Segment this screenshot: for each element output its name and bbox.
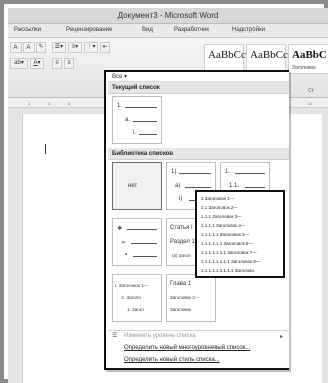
preview-row: 1.1 Заголовок 2— xyxy=(201,205,238,210)
level-2-number: 1.1. xyxy=(229,183,240,189)
level-1-text: I. Заголовок 1— xyxy=(115,283,149,288)
style-label: Заголовок xyxy=(292,65,316,71)
level-1-number: 1. xyxy=(117,103,123,109)
ruler-tick: 5 xyxy=(68,101,71,106)
style-sample: AaBbC xyxy=(292,49,327,61)
level-2-text: А. Заголо xyxy=(121,295,141,300)
grow-font-button[interactable]: Aˆ xyxy=(10,42,22,53)
define-list-style-item[interactable]: Определить новый стиль списка... xyxy=(124,357,220,363)
ruler-tick: 12 xyxy=(308,101,313,106)
list-chapter-thumb[interactable]: Глава 1 Заголовок 2— Заголовок xyxy=(166,274,216,322)
level-1-number: 1) xyxy=(171,169,177,175)
level-3-number: i) xyxy=(179,196,183,202)
level-2-number: a) xyxy=(175,183,181,189)
ribbon-tabs: Рассылки Рецензирование Вид Разработчик … xyxy=(8,24,328,38)
level-3-text: Заголовок xyxy=(170,307,192,312)
clear-format-icon[interactable]: ✎ xyxy=(36,42,46,53)
list-roman-heading-thumb[interactable]: I. Заголовок 1— А. Заголо 1. Загол xyxy=(112,274,162,322)
style-sample: AaBbCc xyxy=(250,49,288,61)
tab-mailings[interactable]: Рассылки xyxy=(14,27,41,33)
preview-row: 1.1.1.1.1 Заголовок 5— xyxy=(201,232,250,237)
bullet-level-3: ▪ xyxy=(125,252,128,258)
level-3-text: 1. Загол xyxy=(127,307,144,312)
bullet-level-1: ❖ xyxy=(117,226,123,232)
level-3-number: i. xyxy=(133,130,136,136)
tab-view[interactable]: Вид xyxy=(142,27,153,33)
level-2-number: a. xyxy=(125,117,131,123)
preview-row: 1.1.1.1.1.1.1 Заголовок 7— xyxy=(201,250,257,255)
preview-row: 1.1.1.1 Заголовок 4— xyxy=(201,223,246,228)
change-list-level-item[interactable]: Изменить уровень списка xyxy=(124,333,196,339)
bullet-level-2: ➢ xyxy=(121,240,127,246)
list-bullets-thumb[interactable]: ❖ ➢ ▪ xyxy=(112,218,162,266)
define-multilevel-list-item[interactable]: Определить новый многоуровневый список..… xyxy=(124,345,250,351)
ruler-tick: 4 xyxy=(48,101,51,106)
styles-group-label: Ст xyxy=(308,88,314,94)
preview-row: 1.1.1.1.1.1.1.1.1 Заголово xyxy=(201,268,254,273)
tab-addins[interactable]: Надстройки xyxy=(232,27,265,33)
font-color-icon[interactable]: A▾ xyxy=(30,58,44,69)
preview-row: 1 Заголовок 1— xyxy=(201,196,235,201)
window-title: Документ3 - Microsoft Word xyxy=(117,11,219,20)
none-label: нет xyxy=(128,183,138,189)
style-heading[interactable]: AaBbC Заголовок xyxy=(288,44,328,74)
submenu-arrow-icon: ▸ xyxy=(279,334,283,340)
ruler-tick: 1 xyxy=(28,101,31,106)
level-1-number: 1. xyxy=(225,169,231,175)
text-cursor xyxy=(45,144,46,154)
align-left-icon[interactable]: ≡ xyxy=(52,58,62,69)
change-level-icon: ☰ xyxy=(112,333,118,339)
preview-row: 1.1.1.1.1.1 Заголовок 6— xyxy=(201,241,253,246)
level-2-text: Раздел 1 xyxy=(170,239,195,245)
heading-list-preview: 1 Заголовок 1— 1.1 Заголовок 2— 1.1.1 За… xyxy=(195,190,285,278)
tab-review[interactable]: Рецензирование xyxy=(66,27,112,33)
title-bar: Документ3 - Microsoft Word xyxy=(8,8,328,24)
tab-developer[interactable]: Разработчик xyxy=(174,27,209,33)
list-library-header: Библиотека списков xyxy=(108,148,289,160)
decrease-indent-icon[interactable]: ⇤ xyxy=(100,42,110,53)
highlight-icon[interactable]: ab▾ xyxy=(10,58,28,69)
style-sample: AaBbCc xyxy=(208,49,246,61)
numbering-icon[interactable]: ≡▾ xyxy=(68,42,82,53)
level-3-text: (a) Загол xyxy=(172,253,191,258)
filter-bar: Все ▾ xyxy=(108,72,289,82)
level-1-text: Глава 1 xyxy=(170,281,192,287)
current-list-thumb[interactable]: 1. a. i. xyxy=(112,96,162,144)
current-list-header: Текущий список xyxy=(108,82,289,94)
level-1-text: Статья I xyxy=(170,225,193,231)
list-none-thumb[interactable]: нет xyxy=(112,162,162,210)
shrink-font-button[interactable]: Aˇ xyxy=(23,42,35,53)
bullets-icon[interactable]: ☰▾ xyxy=(52,42,66,53)
preview-row: 1.1.1 Заголовок 3— xyxy=(201,214,242,219)
preview-row: 1.1.1.1.1.1.1.1 Заголовок 8— xyxy=(201,259,261,264)
align-center-icon[interactable]: ≡ xyxy=(64,58,74,69)
multilevel-list-icon[interactable]: ⋮▾ xyxy=(84,42,98,53)
level-2-text: Заголовок 2— xyxy=(170,295,200,300)
show-all-filter[interactable]: Все ▾ xyxy=(112,73,127,80)
